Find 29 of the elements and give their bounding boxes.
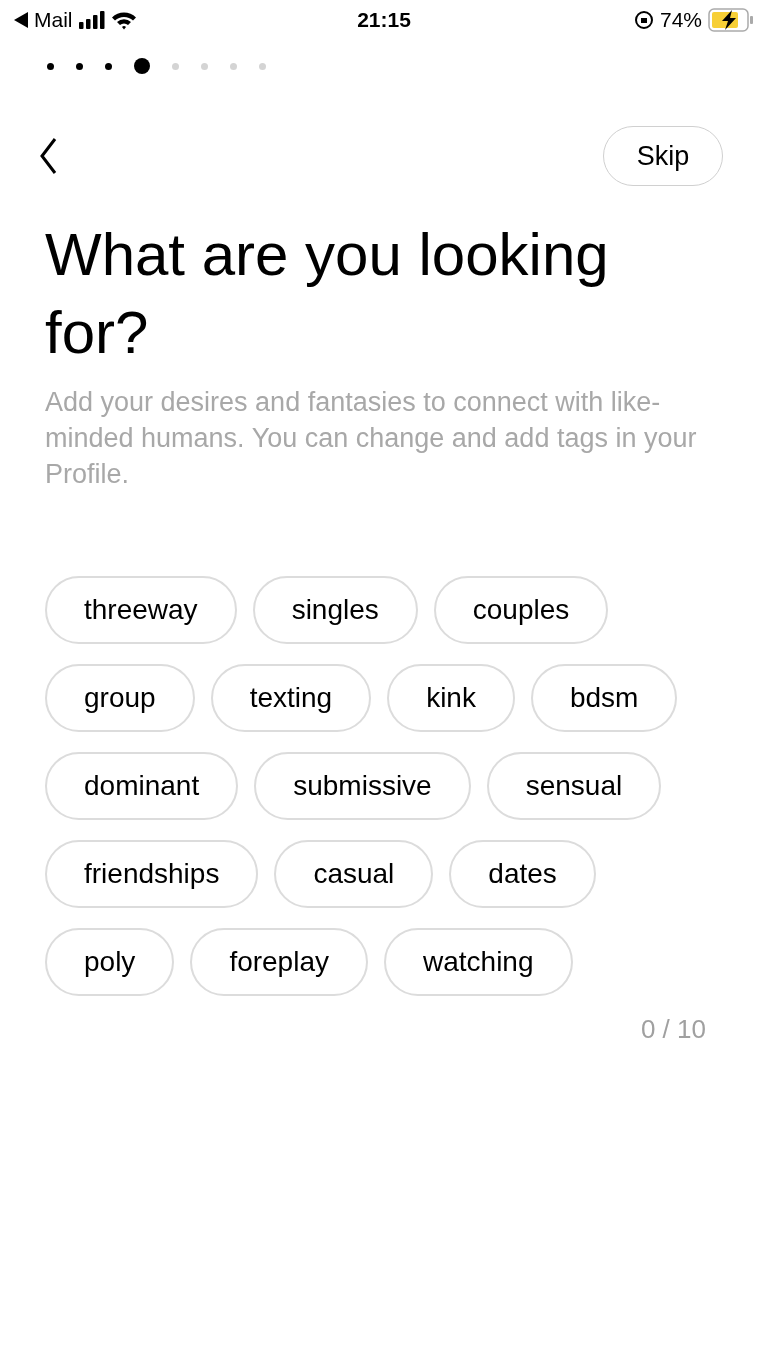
- tag-chip[interactable]: foreplay: [190, 928, 368, 996]
- subtitle-text: Add your desires and fantasies to connect with like-minded humans. You can change and add tags in your Profile.: [45, 386, 698, 491]
- page-title: What are you looking for?: [45, 220, 610, 368]
- selection-counter: 0 / 10: [640, 1013, 706, 1046]
- tag-chip[interactable]: threeway: [45, 576, 237, 644]
- tag-chip[interactable]: couples: [433, 576, 609, 644]
- back-chevron-icon[interactable]: [38, 137, 58, 175]
- clock-time: 21:15: [357, 7, 411, 34]
- tag-chip[interactable]: sensual: [486, 752, 662, 820]
- back-app-label[interactable]: Mail: [34, 4, 73, 36]
- tag-chip[interactable]: casual: [274, 840, 434, 908]
- back-triangle-icon[interactable]: [14, 12, 28, 28]
- tag-chip[interactable]: submissive: [254, 752, 471, 820]
- tag-chip[interactable]: dates: [449, 840, 596, 908]
- charging-battery-icon: [708, 8, 754, 32]
- rotation-lock-icon: [633, 10, 654, 30]
- tag-chip[interactable]: kink: [387, 664, 515, 732]
- signal-icon: [78, 11, 105, 29]
- battery-percentage: 74%: [659, 7, 702, 34]
- tag-chip[interactable]: poly: [45, 928, 175, 996]
- tag-chip[interactable]: friendships: [45, 840, 259, 908]
- tag-chip[interactable]: singles: [252, 576, 418, 644]
- wifi-icon: [110, 10, 137, 30]
- skip-button[interactable]: Skip: [603, 126, 723, 186]
- tag-chip[interactable]: watching: [384, 928, 573, 996]
- tag-chip[interactable]: dominant: [45, 752, 239, 820]
- tag-chip[interactable]: group: [45, 664, 195, 732]
- tag-chip[interactable]: texting: [210, 664, 372, 732]
- tag-chip[interactable]: bdsm: [530, 664, 678, 732]
